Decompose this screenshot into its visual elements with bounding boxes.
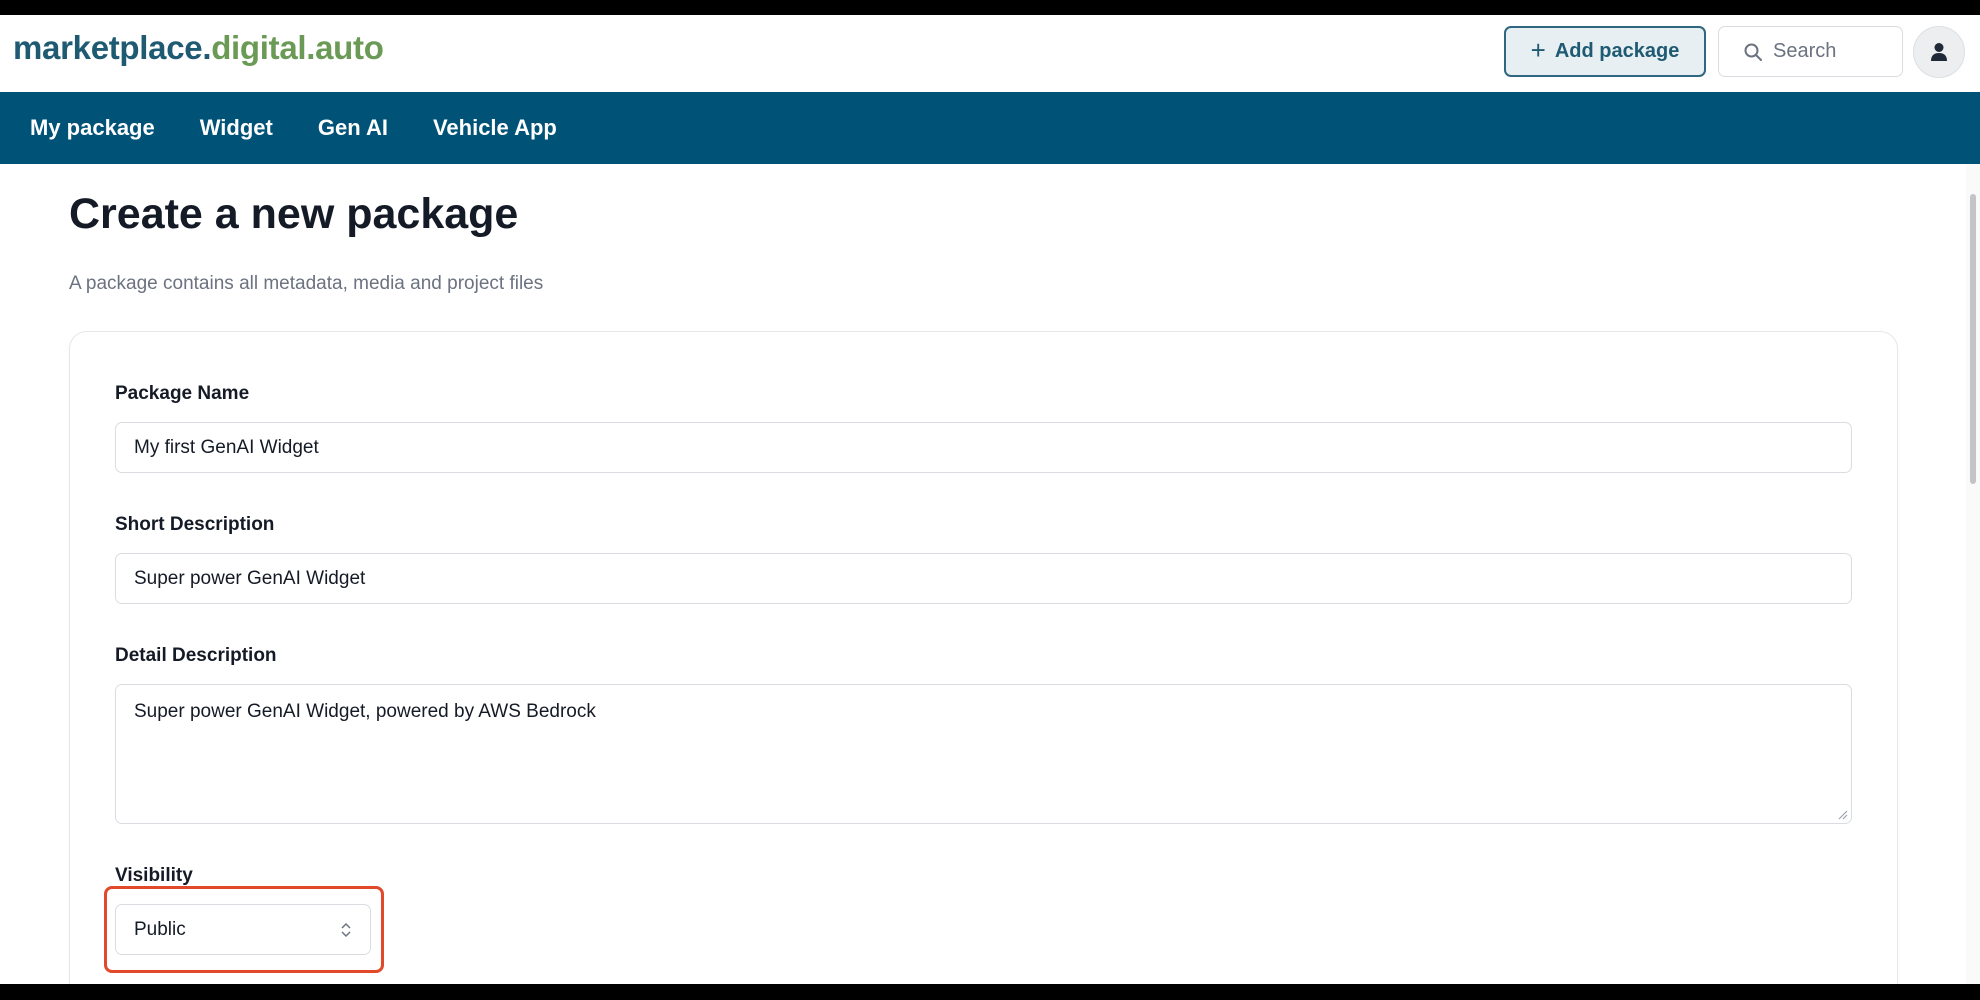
detail-description-textarea[interactable]: Super power GenAI Widget, powered by AWS…: [115, 684, 1852, 824]
page-subtitle: A package contains all metadata, media a…: [69, 273, 544, 294]
logo-text-marketplace: marketplace.: [13, 29, 212, 66]
user-avatar-button[interactable]: [1913, 26, 1965, 78]
detail-description-value: Super power GenAI Widget, powered by AWS…: [134, 701, 596, 722]
search-box[interactable]: Search: [1718, 26, 1903, 77]
package-name-input[interactable]: My first GenAI Widget: [115, 422, 1852, 473]
nav-item-widget[interactable]: Widget: [200, 115, 273, 141]
chevron-up-down-icon: [341, 922, 351, 937]
short-description-label: Short Description: [115, 514, 275, 535]
detail-description-label: Detail Description: [115, 645, 277, 666]
browser-viewport: marketplace.digital.auto + Add package S…: [0, 15, 1980, 984]
resize-handle-icon[interactable]: [1838, 810, 1848, 820]
package-name-label: Package Name: [115, 383, 250, 404]
scrollbar-thumb[interactable]: [1970, 194, 1976, 484]
package-name-value: My first GenAI Widget: [134, 436, 319, 458]
visibility-select[interactable]: Public: [115, 904, 371, 955]
add-package-button[interactable]: + Add package: [1504, 26, 1706, 77]
nav-item-gen-ai[interactable]: Gen AI: [318, 115, 388, 141]
add-package-label: Add package: [1554, 40, 1680, 62]
top-bar: marketplace.digital.auto + Add package S…: [0, 15, 1980, 92]
main-navigation: My package Widget Gen AI Vehicle App: [0, 92, 1980, 164]
search-icon: [1744, 43, 1762, 61]
visibility-value: Public: [134, 918, 186, 940]
short-description-input[interactable]: Super power GenAI Widget: [115, 553, 1852, 604]
visibility-label: Visibility: [115, 865, 193, 886]
logo-text-domain: digital.auto: [211, 29, 384, 66]
scrollbar[interactable]: [1966, 164, 1980, 984]
nav-item-vehicle-app[interactable]: Vehicle App: [433, 115, 557, 141]
short-description-value: Super power GenAI Widget: [134, 567, 366, 589]
user-icon: [1931, 43, 1947, 61]
page-title: Create a new package: [69, 190, 519, 238]
site-logo[interactable]: marketplace.digital.auto: [13, 29, 384, 67]
plus-icon: +: [1530, 35, 1546, 65]
nav-item-my-package[interactable]: My package: [30, 115, 155, 141]
search-placeholder: Search: [1773, 40, 1837, 62]
